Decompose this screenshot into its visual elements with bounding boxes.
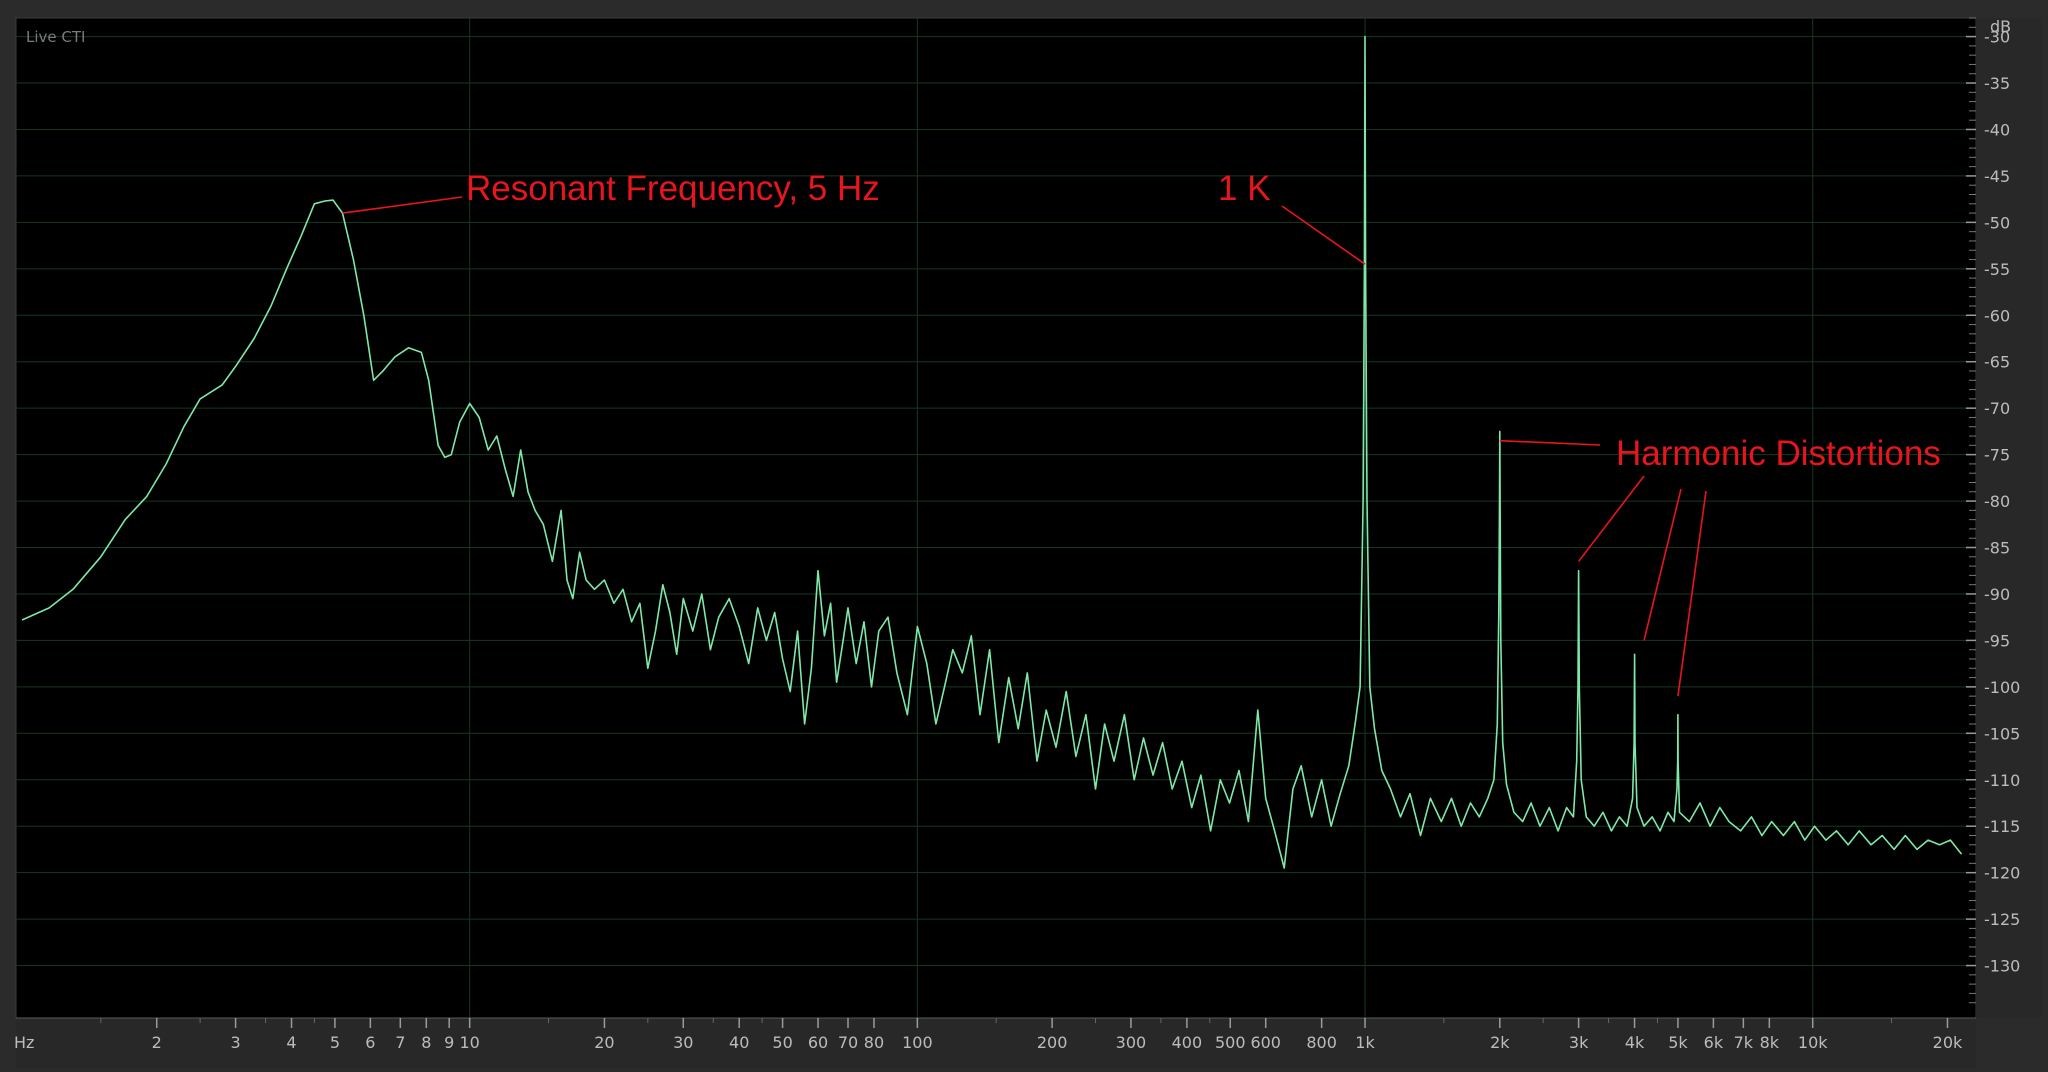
annotation-label: Resonant Frequency, 5 Hz [466,169,880,208]
x-tick-label: 80 [864,1033,884,1052]
y-tick-label: -55 [1984,260,2010,279]
x-tick-label: 600 [1250,1033,1281,1052]
x-tick-label: 1k [1355,1033,1375,1052]
x-tick-label: 7k [1734,1033,1754,1052]
x-tick-label: 4k [1625,1033,1645,1052]
x-tick-label: 300 [1116,1033,1147,1052]
x-tick-label: 7 [395,1033,405,1052]
x-tick-label: 5k [1668,1033,1688,1052]
y-tick-label: -65 [1984,353,2010,372]
y-tick-label: -105 [1984,724,2020,743]
y-tick-label: -35 [1984,74,2010,93]
y-tick-label: -40 [1984,120,2010,139]
x-tick-label: 6k [1704,1033,1724,1052]
x-tick-label: 800 [1306,1033,1337,1052]
x-tick-label: 30 [673,1033,693,1052]
x-tick-label: 60 [808,1033,828,1052]
y-tick-label: -120 [1984,864,2020,883]
y-tick-label: -130 [1984,957,2020,976]
x-tick-label: 8 [421,1033,431,1052]
x-tick-label: 400 [1172,1033,1203,1052]
x-tick-label: 3 [231,1033,241,1052]
x-tick-label: 500 [1215,1033,1246,1052]
y-tick-label: -95 [1984,631,2010,650]
annotation-label: Harmonic Distortions [1616,434,1941,473]
x-tick-label: 100 [902,1033,933,1052]
x-tick-label: 70 [838,1033,858,1052]
y-tick-label: -80 [1984,492,2010,511]
x-tick-label: 20 [594,1033,614,1052]
x-tick-label: 40 [729,1033,749,1052]
annotation-label: 1 K [1218,169,1271,208]
frequency-spectrum-chart[interactable]: -30-35-40-45-50-55-60-65-70-75-80-85-90-… [0,0,2048,1072]
x-tick-label: 50 [772,1033,792,1052]
y-tick-label: -90 [1984,585,2010,604]
y-tick-label: -50 [1984,213,2010,232]
x-tick-label: 3k [1569,1033,1589,1052]
x-tick-label: 200 [1037,1033,1068,1052]
x-tick-label: 4 [286,1033,296,1052]
x-axis-unit-label: Hz [14,1033,34,1052]
spectrum-analyzer: -30 -35 -40 -45 -50 -55 -60 -65 -70 -75 -80 -85 -90-… [0,0,2048,1072]
live-cti-label: Live CTI [26,28,85,46]
x-tick-label: 2k [1490,1033,1510,1052]
x-tick-label: 2 [152,1033,162,1052]
y-tick-label: -110 [1984,771,2020,790]
x-tick-label: 20k [1933,1033,1963,1052]
y-tick-label: -75 [1984,446,2010,465]
x-tick-label: 10 [459,1033,479,1052]
x-tick-label: 9 [444,1033,454,1052]
x-tick-label: 6 [365,1033,375,1052]
y-tick-label: -125 [1984,910,2020,929]
x-tick-label: 5 [330,1033,340,1052]
x-tick-label: 8k [1760,1033,1780,1052]
plot-background [15,17,1977,1019]
y-tick-label: -100 [1984,678,2020,697]
y-tick-label: -60 [1984,306,2010,325]
y-axis-unit-label: dB [1990,17,2011,36]
y-tick-label: -115 [1984,817,2020,836]
y-tick-label: -45 [1984,167,2010,186]
x-tick-label: 10k [1798,1033,1828,1052]
y-tick-label: -70 [1984,399,2010,418]
y-tick-label: -85 [1984,539,2010,558]
